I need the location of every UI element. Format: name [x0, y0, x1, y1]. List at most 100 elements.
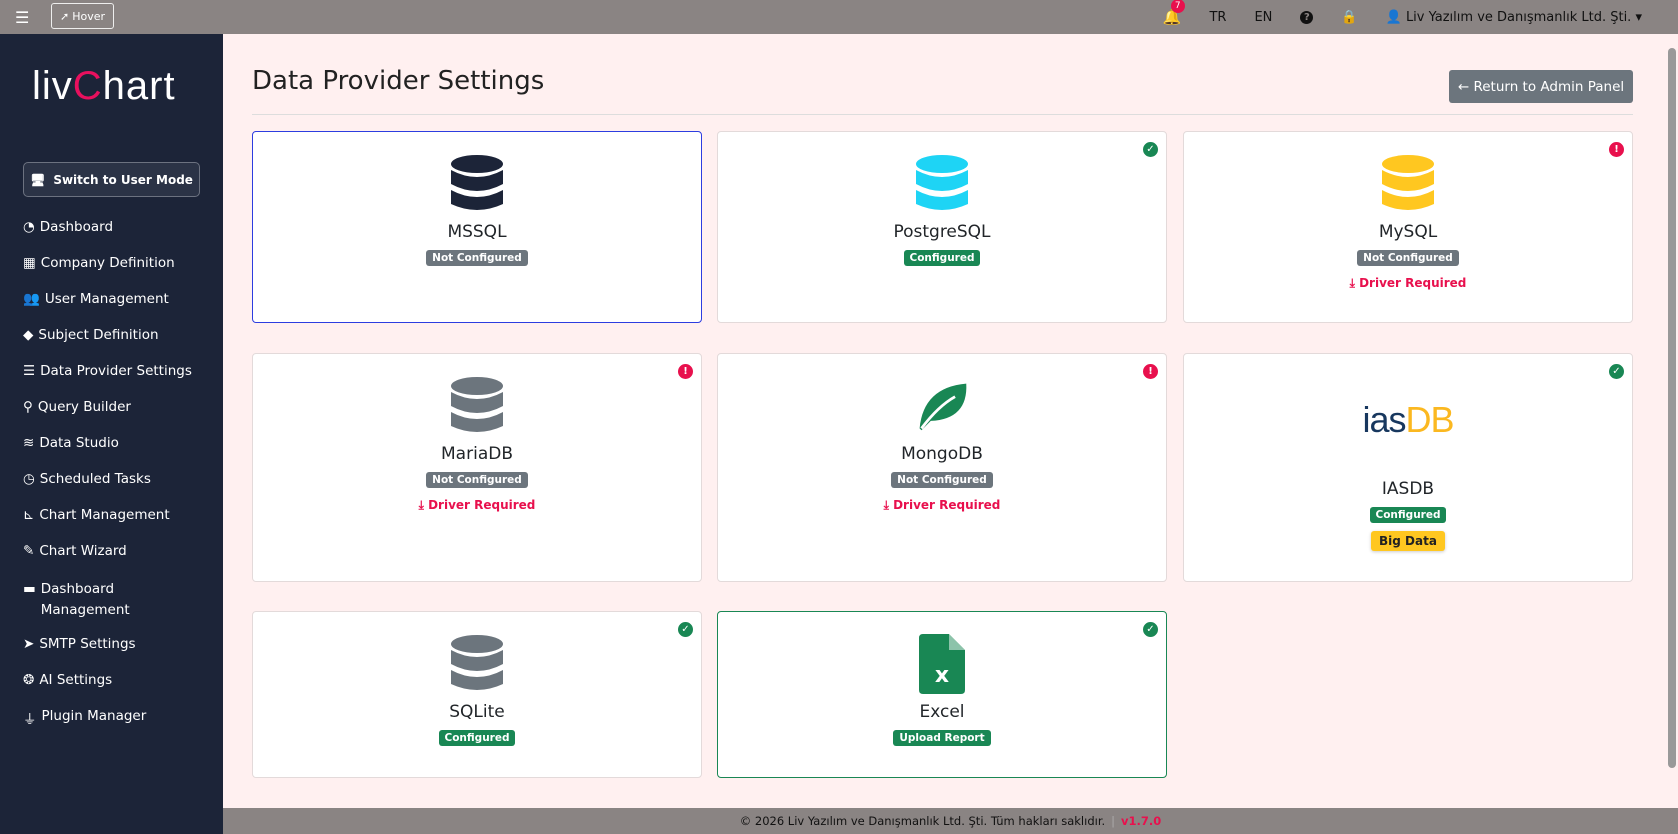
provider-card-mariadb[interactable]: ! MariaDB Not Configured ⤓ Driver Required: [252, 353, 702, 582]
sidebar-item-plugin-manager[interactable]: ⏚ Plugin Manager: [23, 708, 146, 728]
sidebar-item-label: Plugin Manager: [41, 708, 147, 724]
alert-icon: !: [678, 364, 693, 379]
brain-icon: ❂: [23, 672, 35, 688]
status-badge: Configured: [903, 250, 981, 266]
driver-label: Driver Required: [1359, 276, 1467, 290]
switch-user-mode-button[interactable]: 🖥 Switch to User Mode: [23, 162, 200, 197]
sidebar-item-data-studio[interactable]: ≋ Data Studio: [23, 435, 119, 451]
copyright: © 2026 Liv Yazılım ve Danışmanlık Ltd. Ş…: [739, 814, 1106, 828]
lang-en[interactable]: EN: [1254, 10, 1272, 25]
sidebar-item-chart-management[interactable]: ⊾ Chart Management: [23, 507, 170, 523]
sidebar-item-scheduled-tasks[interactable]: ◷ Scheduled Tasks: [23, 471, 151, 487]
monitor-icon: 🖥: [30, 172, 46, 187]
download-icon: ⤓: [1349, 276, 1355, 290]
status-badge: Configured: [438, 730, 516, 746]
download-icon: ⤓: [883, 498, 889, 512]
lang-tr[interactable]: TR: [1209, 10, 1226, 25]
database-icon: [449, 376, 505, 436]
sidebar-item-label: Subject Definition: [38, 327, 159, 343]
gauge-icon: ◔: [23, 219, 35, 235]
hover-label: Hover: [72, 9, 106, 23]
sidebar-item-chart-wizard[interactable]: ✎ Chart Wizard: [23, 543, 127, 559]
provider-card-excel[interactable]: ✓ x Excel Upload Report: [717, 611, 1167, 778]
lock-icon[interactable]: 🔒: [1341, 10, 1357, 25]
provider-card-mysql[interactable]: ! MySQL Not Configured ⤓ Driver Required: [1183, 131, 1633, 323]
sidebar-item-ai-settings[interactable]: ❂ AI Settings: [23, 672, 112, 688]
database-icon: [449, 634, 505, 694]
sidebar-item-dashboard[interactable]: ◔ Dashboard: [23, 219, 113, 235]
provider-name: MSSQL: [447, 222, 507, 242]
provider-name: SQLite: [449, 702, 505, 722]
bell-icon[interactable]: 🔔 7: [1163, 0, 1185, 26]
menu-icon[interactable]: ☰: [15, 8, 29, 27]
provider-name: MariaDB: [441, 444, 513, 464]
database-icon: [914, 154, 970, 214]
provider-name: MongoDB: [901, 444, 983, 464]
sidebar-item-label: AI Settings: [39, 672, 113, 688]
sidebar-item-label: Dashboard: [39, 219, 114, 235]
sidebar-item-label: SMTP Settings: [39, 636, 136, 652]
check-icon: ✓: [1609, 364, 1624, 379]
provider-card-sqlite[interactable]: ✓ SQLite Configured: [252, 611, 702, 778]
sidebar-item-company-definition[interactable]: ▦ Company Definition: [23, 255, 175, 271]
database-icon: [1380, 154, 1436, 214]
excel-file-icon: x: [914, 634, 970, 694]
dashboard-icon: ▬: [23, 581, 36, 597]
svg-text:x: x: [935, 663, 949, 688]
topbar: ☰ ➚ Hover 🔔 7 TR EN ? 🔒 👤 Liv Yazılım ve D…: [0, 0, 1678, 34]
driver-required-link[interactable]: ⤓ Driver Required: [253, 498, 701, 513]
provider-card-iasdb[interactable]: ✓ iasDB IASDB Configured Big Data: [1183, 353, 1633, 582]
switch-label: Switch to User Mode: [53, 172, 193, 187]
sidebar-item-label: Dashboard Management: [40, 581, 130, 618]
pen-icon: ✎: [23, 543, 35, 559]
big-data-badge: Big Data: [1371, 531, 1445, 551]
provider-name: MySQL: [1378, 222, 1438, 242]
sidebar-item-query-builder[interactable]: ⚲ Query Builder: [23, 399, 131, 415]
check-icon: ✓: [1143, 622, 1158, 637]
driver-label: Driver Required: [428, 498, 536, 512]
version: v1.7.0: [1121, 814, 1162, 828]
sidebar-item-data-provider-settings[interactable]: ☰ Data Provider Settings: [23, 363, 192, 379]
status-badge: Not Configured: [891, 472, 993, 488]
server-icon: ☰: [23, 363, 36, 379]
scrollbar[interactable]: [1668, 48, 1676, 768]
user-menu[interactable]: 👤 Liv Yazılım ve Danışmanlık Ltd. Şti. ▾: [1386, 10, 1642, 25]
help-icon[interactable]: ?: [1300, 10, 1314, 24]
cursor-icon: ➚: [60, 9, 70, 23]
provider-name: IASDB: [1381, 479, 1435, 499]
user-name: Liv Yazılım ve Danışmanlık Ltd. Şti.: [1405, 9, 1632, 25]
status-badge: Not Configured: [426, 472, 528, 488]
sidebar-item-smtp-settings[interactable]: ➤ SMTP Settings: [23, 636, 136, 652]
provider-name: PostgreSQL: [893, 222, 991, 242]
sidebar-item-user-management[interactable]: 👥 User Management: [23, 291, 169, 307]
check-icon: ✓: [678, 622, 693, 637]
status-badge: Not Configured: [426, 250, 528, 266]
divider: [252, 114, 1633, 115]
sidebar-item-label: Query Builder: [37, 399, 131, 415]
page-title: Data Provider Settings: [252, 66, 545, 96]
chart-line-icon: ⊾: [23, 507, 35, 523]
provider-card-mongodb[interactable]: ! MongoDB Not Configured ⤓ Driver Required: [717, 353, 1167, 582]
alert-icon: !: [1143, 364, 1158, 379]
clock-icon: ◷: [23, 471, 35, 487]
provider-name: Excel: [919, 702, 965, 722]
driver-required-link[interactable]: ⤓ Driver Required: [1184, 276, 1632, 291]
return-admin-button[interactable]: ← Return to Admin Panel: [1449, 70, 1633, 103]
search-icon: ⚲: [23, 399, 33, 415]
layers-icon: ≋: [23, 435, 35, 451]
provider-card-postgresql[interactable]: ✓ PostgreSQL Configured: [717, 131, 1167, 323]
plug-icon: ⏚: [23, 712, 37, 728]
provider-card-mssql[interactable]: MSSQL Not Configured: [252, 131, 702, 323]
sidebar-item-dashboard-management[interactable]: ▬ Dashboard Management: [23, 579, 143, 621]
sidebar-item-label: Data Studio: [39, 435, 119, 451]
iasdb-logo: iasDB: [1362, 399, 1454, 440]
notification-count: 7: [1170, 0, 1185, 13]
driver-required-link[interactable]: ⤓ Driver Required: [718, 498, 1166, 513]
alert-icon: !: [1609, 142, 1624, 157]
users-icon: 👥: [23, 291, 40, 307]
hover-button[interactable]: ➚ Hover: [51, 3, 115, 29]
database-icon: [449, 154, 505, 214]
sidebar-item-subject-definition[interactable]: ◆ Subject Definition: [23, 327, 159, 343]
leaf-icon: [914, 376, 970, 436]
sidebar-item-label: Chart Management: [39, 507, 170, 523]
